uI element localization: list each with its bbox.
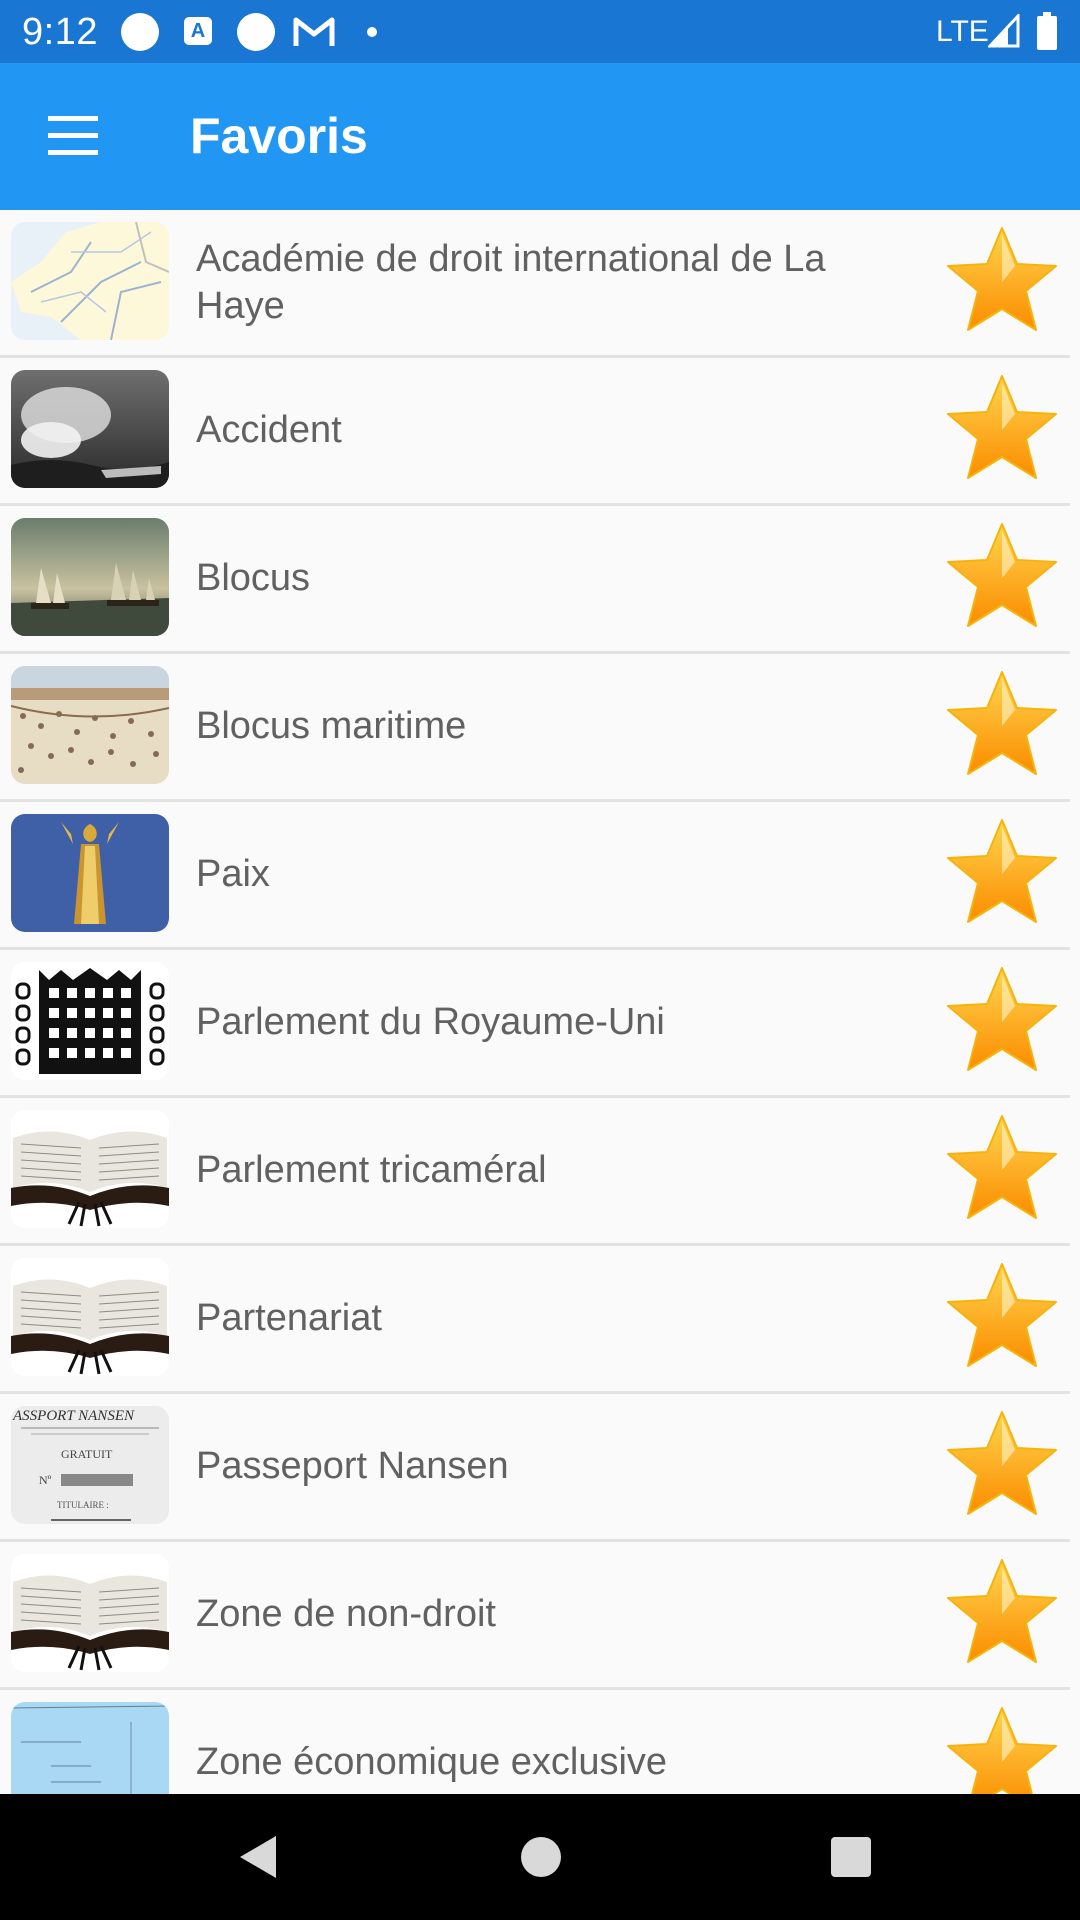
favorite-star-icon[interactable] — [942, 1554, 1062, 1672]
signal-icon — [988, 14, 1020, 48]
status-time: 9:12 — [22, 11, 98, 53]
favorite-star-icon[interactable] — [942, 666, 1062, 784]
network-type: LTE — [936, 15, 989, 48]
sailing-ships-painting-thumbnail — [11, 518, 169, 636]
list-item[interactable]: Partenariat — [0, 1246, 1070, 1394]
map-thumbnail — [11, 222, 169, 340]
favorite-star-icon[interactable] — [942, 814, 1062, 932]
list-item[interactable]: Parlement tricaméral — [0, 1098, 1070, 1246]
open-book-thumbnail — [11, 1258, 169, 1376]
a-badge-icon: A — [184, 17, 212, 45]
list-item-label: Zone de non-droit — [196, 1593, 496, 1635]
list-item-label: Zone économique exclusive — [196, 1741, 668, 1783]
list-item[interactable]: Parlement du Royaume-Uni — [0, 950, 1070, 1098]
passport-document-thumbnail: ASSPORT NANSEN GRATUIT Nº TITULAIRE : — [11, 1406, 169, 1524]
passport-text: GRATUIT — [61, 1447, 113, 1461]
list-item[interactable]: Paix — [0, 802, 1070, 950]
notification-circle-icon — [237, 13, 275, 51]
favorite-star-icon[interactable] — [942, 222, 1062, 340]
list-item-label: Accident — [196, 409, 342, 451]
list-item-label: Paix — [196, 853, 270, 895]
favorite-star-icon[interactable] — [942, 1110, 1062, 1228]
list-item-label: Académie de droit international de La Ha… — [196, 237, 826, 327]
favorite-star-icon[interactable] — [942, 962, 1062, 1080]
ship-smoke-thumbnail — [11, 370, 169, 488]
list-item-label: Blocus maritime — [196, 705, 467, 747]
passport-text: ASSPORT NANSEN — [12, 1408, 135, 1424]
harbor-crowd-engraving-thumbnail — [11, 666, 169, 784]
open-book-thumbnail — [11, 1554, 169, 1672]
favorites-list[interactable]: Académie de droit international de La Ha… — [0, 210, 1080, 1794]
home-icon[interactable] — [521, 1837, 561, 1877]
favorite-star-icon[interactable] — [942, 1702, 1062, 1794]
list-item-label: Parlement tricaméral — [196, 1149, 547, 1191]
list-item-label: Parlement du Royaume-Uni — [196, 1001, 665, 1043]
list-item[interactable]: ASSPORT NANSEN GRATUIT Nº TITULAIRE : Pa… — [0, 1394, 1070, 1542]
passport-text: TITULAIRE : — [57, 1500, 109, 1510]
list-item[interactable]: Accident — [0, 358, 1070, 506]
favorite-star-icon[interactable] — [942, 370, 1062, 488]
navigation-bar — [0, 1794, 1080, 1920]
sea-map-thumbnail — [11, 1702, 169, 1794]
list-item[interactable]: Blocus — [0, 506, 1070, 654]
menu-icon[interactable] — [48, 116, 98, 156]
golden-statue-thumbnail — [11, 814, 169, 932]
status-bar: 9:12 A LTE — [0, 0, 1080, 63]
list-item[interactable]: Zone économique exclusive — [0, 1690, 1070, 1794]
favorite-star-icon[interactable] — [942, 1406, 1062, 1524]
list-item-label: Blocus — [196, 557, 311, 599]
list-item[interactable]: Zone de non-droit — [0, 1542, 1070, 1690]
favorite-star-icon[interactable] — [942, 518, 1062, 636]
back-icon[interactable] — [232, 1832, 284, 1882]
list-item[interactable]: Académie de droit international de La Ha… — [0, 210, 1070, 358]
list-item[interactable]: Blocus maritime — [0, 654, 1070, 802]
passport-text: Nº — [39, 1473, 52, 1487]
open-book-thumbnail — [11, 1110, 169, 1228]
gmail-icon — [293, 17, 335, 46]
more-notifications-dot-icon — [367, 27, 377, 37]
page-title: Favoris — [190, 108, 368, 164]
list-item-label: Passeport Nansen — [196, 1445, 509, 1487]
recents-icon[interactable] — [831, 1837, 871, 1877]
app-bar: Favoris — [0, 63, 1080, 210]
notification-circle-icon — [121, 13, 159, 51]
portcullis-emblem-thumbnail — [11, 962, 169, 1080]
list-item-label: Partenariat — [196, 1297, 382, 1339]
favorite-star-icon[interactable] — [942, 1258, 1062, 1376]
battery-icon — [1037, 12, 1057, 50]
